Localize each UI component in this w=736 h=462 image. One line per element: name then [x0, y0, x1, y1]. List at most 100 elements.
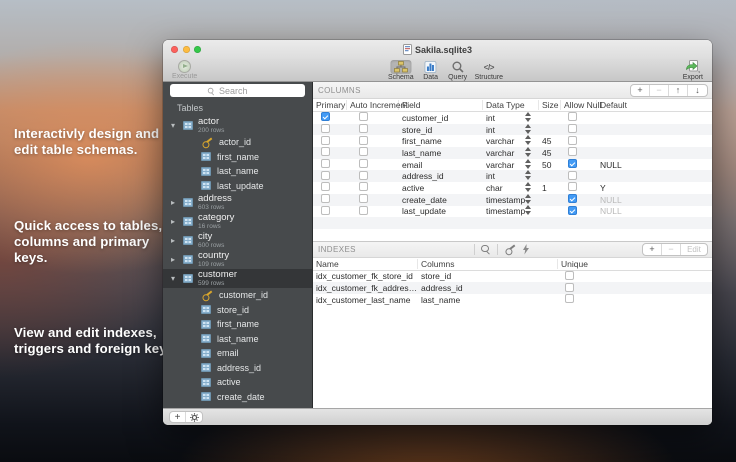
data-type-value[interactable]: timestamp — [483, 206, 525, 216]
primary-checkbox[interactable] — [321, 194, 330, 203]
minimize-button[interactable] — [183, 46, 190, 53]
actions-gear-button[interactable] — [186, 412, 202, 422]
unique-checkbox[interactable] — [565, 271, 574, 280]
execute-button[interactable]: Execute — [172, 60, 197, 81]
data-type-stepper[interactable] — [525, 170, 539, 182]
move-column-up-button[interactable]: ↑ — [669, 85, 688, 96]
close-button[interactable] — [171, 46, 178, 53]
index-columns[interactable]: address_id — [418, 283, 558, 293]
allow-null-checkbox[interactable] — [568, 159, 577, 168]
field-name[interactable]: email — [399, 160, 483, 170]
column-def-row-last_update[interactable]: last_updatetimestamp NULL — [313, 206, 712, 218]
column-def-row-active[interactable]: activechar1Y — [313, 182, 712, 194]
data-type-stepper[interactable] — [525, 112, 539, 124]
triggers-lightning-icon[interactable] — [522, 244, 530, 255]
chevron-right-icon[interactable]: ▸ — [171, 236, 183, 245]
field-name[interactable]: address_id — [399, 171, 483, 181]
zoom-button[interactable] — [194, 46, 201, 53]
field-name[interactable]: create_date — [399, 195, 483, 205]
primary-checkbox[interactable] — [321, 147, 330, 156]
index-name[interactable]: idx_customer_fk_addres… — [313, 283, 418, 293]
allow-null-checkbox[interactable] — [568, 112, 577, 121]
data-type-value[interactable]: int — [483, 113, 525, 123]
column-def-row-last_name[interactable]: last_namevarchar 45 — [313, 147, 712, 159]
primary-checkbox[interactable] — [321, 136, 330, 145]
data-type-stepper[interactable] — [525, 159, 539, 171]
data-type-stepper[interactable] — [525, 205, 539, 217]
table-item-category[interactable]: ▸category16 rows — [163, 212, 312, 231]
column-def-row-store_id[interactable]: store_idint — [313, 124, 712, 136]
chevron-right-icon[interactable]: ▸ — [171, 198, 183, 207]
column-item-create_date[interactable]: create_date — [163, 390, 312, 405]
column-item-customer_id[interactable]: customer_id — [163, 288, 312, 303]
add-column-button[interactable]: + — [631, 85, 650, 96]
data-type-value[interactable]: varchar — [483, 148, 525, 158]
field-name[interactable]: last_update — [399, 206, 483, 216]
chevron-down-icon[interactable]: ▾ — [171, 274, 183, 283]
auto-increment-checkbox[interactable] — [359, 112, 368, 121]
tab-schema[interactable]: Schema — [388, 60, 414, 82]
data-type-stepper[interactable] — [525, 194, 539, 206]
index-columns[interactable]: store_id — [418, 271, 558, 281]
table-item-address[interactable]: ▸address603 rows — [163, 193, 312, 212]
index-name[interactable]: idx_customer_last_name — [313, 295, 418, 305]
primary-checkbox[interactable] — [321, 206, 330, 215]
search-field[interactable] — [170, 84, 305, 97]
column-def-row-first_name[interactable]: first_namevarchar45 — [313, 135, 712, 147]
table-item-customer[interactable]: ▾customer599 rows — [163, 269, 312, 288]
auto-increment-checkbox[interactable] — [359, 194, 368, 203]
unique-checkbox[interactable] — [565, 294, 574, 303]
auto-increment-checkbox[interactable] — [359, 124, 368, 133]
table-item-country[interactable]: ▸country109 rows — [163, 250, 312, 269]
remove-index-button[interactable]: − — [662, 244, 681, 255]
auto-increment-checkbox[interactable] — [359, 147, 368, 156]
data-type-value[interactable]: varchar — [483, 160, 525, 170]
allow-null-checkbox[interactable] — [568, 206, 577, 215]
foreign-keys-icon[interactable] — [501, 241, 518, 258]
default-value[interactable]: NULL — [597, 206, 712, 216]
field-name[interactable]: first_name — [399, 136, 483, 146]
data-type-stepper[interactable] — [525, 135, 539, 147]
unique-checkbox[interactable] — [565, 283, 574, 292]
index-columns[interactable]: last_name — [418, 295, 558, 305]
chevron-down-icon[interactable]: ▾ — [171, 121, 183, 130]
default-value[interactable]: NULL — [597, 195, 712, 205]
allow-null-checkbox[interactable] — [568, 136, 577, 145]
column-item-active[interactable]: active — [163, 375, 312, 390]
primary-checkbox[interactable] — [321, 159, 330, 168]
data-type-stepper[interactable] — [525, 147, 539, 159]
size-value[interactable]: 50 — [539, 160, 561, 170]
title-bar[interactable]: Sakila.sqlite3 — [163, 40, 712, 59]
column-def-row-email[interactable]: emailvarchar 50 NULL — [313, 159, 712, 171]
column-item-last_update[interactable]: last_update — [163, 179, 312, 194]
field-name[interactable]: last_name — [399, 148, 483, 158]
add-table-button[interactable]: + — [170, 412, 186, 422]
primary-checkbox[interactable] — [321, 124, 330, 133]
field-name[interactable]: customer_id — [399, 113, 483, 123]
auto-increment-checkbox[interactable] — [359, 136, 368, 145]
column-item-actor_id[interactable]: actor_id — [163, 135, 312, 150]
default-value[interactable]: NULL — [597, 160, 712, 170]
data-type-value[interactable]: int — [483, 171, 525, 181]
allow-null-checkbox[interactable] — [568, 124, 577, 133]
field-name[interactable]: store_id — [399, 125, 483, 135]
index-row[interactable]: idx_customer_fk_store_idstore_id — [313, 271, 712, 283]
table-item-actor[interactable]: ▾actor200 rows — [163, 116, 312, 135]
tab-query[interactable]: Query — [448, 60, 468, 82]
column-item-last_name[interactable]: last_name — [163, 332, 312, 347]
auto-increment-checkbox[interactable] — [359, 171, 368, 180]
column-item-last_name[interactable]: last_name — [163, 164, 312, 179]
edit-index-button[interactable]: Edit — [681, 244, 707, 255]
index-row[interactable]: idx_customer_last_namelast_name — [313, 294, 712, 306]
column-item-store_id[interactable]: store_id — [163, 303, 312, 318]
search-input[interactable] — [219, 86, 269, 96]
chevron-right-icon[interactable]: ▸ — [171, 217, 183, 226]
tab-structure[interactable]: </> Structure — [475, 60, 503, 82]
column-def-row-address_id[interactable]: address_idint — [313, 170, 712, 182]
data-type-value[interactable]: varchar — [483, 136, 525, 146]
primary-checkbox[interactable] — [321, 182, 330, 191]
size-value[interactable]: 45 — [539, 148, 561, 158]
column-def-row-create_date[interactable]: create_datetimestampNULL — [313, 194, 712, 206]
auto-increment-checkbox[interactable] — [359, 182, 368, 191]
default-value[interactable]: Y — [597, 183, 712, 193]
